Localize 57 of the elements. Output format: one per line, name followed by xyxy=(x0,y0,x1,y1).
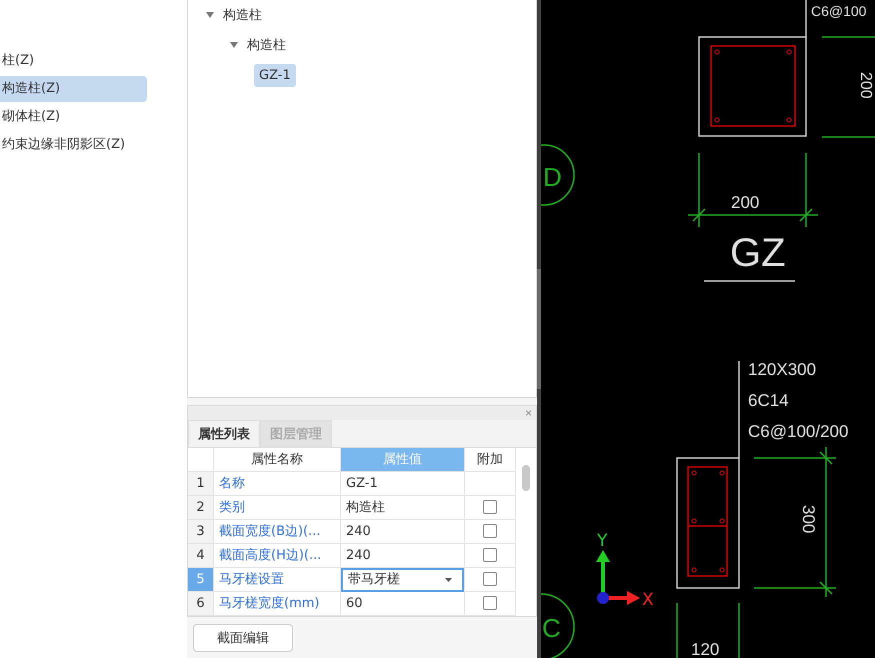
caret-icon xyxy=(445,578,452,582)
category-item[interactable]: 约束边缘非阴影区(Z) xyxy=(0,132,147,158)
row-number: 2 xyxy=(188,496,214,520)
dimension-text: 200 xyxy=(731,193,760,212)
property-name: 名称 xyxy=(214,472,341,496)
column-header: 属性名称 xyxy=(214,448,341,472)
rebar-label: C6@100 xyxy=(811,3,866,19)
property-name: 马牙槎设置 xyxy=(214,568,341,592)
property-name: 类别 xyxy=(214,496,341,520)
dimension-text: 300 xyxy=(799,505,818,534)
property-name: 马牙槎宽度(mm) xyxy=(214,592,341,616)
checkbox[interactable] xyxy=(483,500,497,514)
dimension-text: 120 xyxy=(691,640,720,658)
category-item[interactable]: 构造柱(Z) xyxy=(0,76,147,102)
caret-icon[interactable] xyxy=(206,12,214,18)
checkbox[interactable] xyxy=(483,596,497,610)
category-item[interactable]: 柱(Z) xyxy=(0,48,147,74)
column-header: 附加 xyxy=(465,448,516,472)
axis-label: C xyxy=(542,613,561,643)
value-dropdown[interactable]: 带马牙槎 xyxy=(341,568,464,592)
scrollbar-thumb[interactable] xyxy=(522,465,530,491)
row-number: 3 xyxy=(188,520,214,544)
section-edit-button[interactable]: 截面编辑 xyxy=(193,624,293,652)
property-value[interactable]: 240 xyxy=(341,544,465,568)
axis-bubble xyxy=(541,593,575,658)
dimension-line xyxy=(676,603,740,658)
checkbox[interactable] xyxy=(483,524,497,538)
row-number: 4 xyxy=(188,544,214,568)
tree-item[interactable]: 构造柱 xyxy=(218,2,267,28)
column-header: 属性值 xyxy=(341,448,465,472)
axis-letter: X xyxy=(642,590,654,610)
section-label: 6C14 xyxy=(748,391,789,410)
axis-bubble xyxy=(541,144,575,206)
row-number: 5 xyxy=(188,568,214,592)
axis-label: D xyxy=(543,162,562,192)
caret-icon[interactable] xyxy=(230,42,238,48)
property-name: 截面宽度(B边)(... xyxy=(214,520,341,544)
section-label: C6@100/200 xyxy=(748,422,848,441)
property-name: 截面高度(H边)(... xyxy=(214,544,341,568)
column-title: GZ xyxy=(730,231,786,275)
checkbox[interactable] xyxy=(483,548,497,562)
tree-item[interactable]: GZ-1 xyxy=(254,64,296,86)
splitter-handle[interactable] xyxy=(537,269,541,389)
section-label: 120X300 xyxy=(748,360,816,379)
property-value[interactable]: 60 xyxy=(341,592,465,616)
row-number: 1 xyxy=(188,472,214,496)
row-number: 6 xyxy=(188,592,214,616)
coordinate-axes-icon xyxy=(596,550,640,605)
category-item[interactable]: 砌体柱(Z) xyxy=(0,104,147,130)
property-value[interactable]: 240 xyxy=(341,520,465,544)
property-value[interactable]: 构造柱 xyxy=(341,496,465,520)
tree-item[interactable]: 构造柱 xyxy=(242,32,291,58)
checkbox[interactable] xyxy=(483,572,497,586)
axis-letter: Y xyxy=(597,531,608,551)
dimension-text: 200 xyxy=(857,72,874,99)
property-value[interactable]: GZ-1 xyxy=(341,472,465,496)
panel-tab[interactable]: 属性列表 xyxy=(188,420,260,447)
